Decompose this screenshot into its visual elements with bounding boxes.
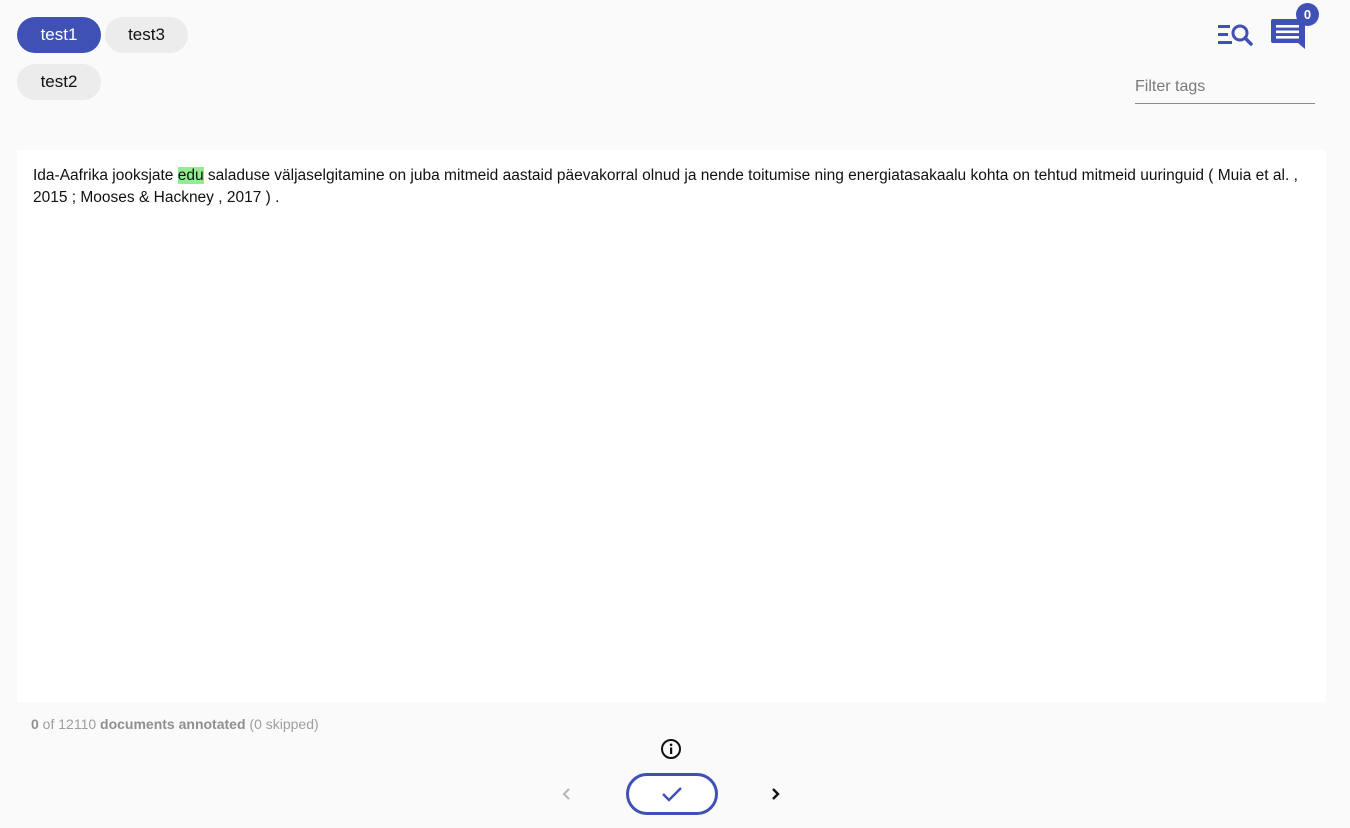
- document-text-before: Ida-Aafrika jooksjate: [33, 167, 178, 184]
- next-button[interactable]: [765, 783, 787, 805]
- chevron-left-icon: [562, 788, 570, 800]
- filter-tags-field: [1135, 74, 1315, 104]
- total-count-text: of 12110: [38, 716, 101, 732]
- annotation-page: test1 test3 test2 0 Ida-Aafrika jooksjat…: [0, 0, 1350, 828]
- tag-chip-test3[interactable]: test3: [105, 17, 188, 53]
- highlighted-span[interactable]: edu: [177, 167, 204, 184]
- progress-label: documents annotated: [100, 716, 246, 732]
- document-text[interactable]: Ida-Aafrika jooksjate edu saladuse välja…: [33, 165, 1313, 209]
- previous-button[interactable]: [556, 783, 578, 805]
- annotated-count: 0: [31, 716, 39, 732]
- info-icon: [661, 739, 681, 759]
- list-search-button[interactable]: [1216, 21, 1254, 49]
- list-search-icon: [1218, 24, 1253, 46]
- annotation-progress: 0 of 12110 documents annotated (0 skippe…: [31, 716, 319, 732]
- filter-tags-input[interactable]: [1135, 74, 1315, 100]
- tag-chip-test1[interactable]: test1: [17, 17, 101, 53]
- info-button[interactable]: [660, 738, 682, 760]
- skipped-count-text: (0 skipped): [245, 716, 319, 732]
- comment-count-badge: 0: [1296, 3, 1319, 26]
- document-text-after: saladuse väljaselgitamine on juba mitmei…: [33, 167, 1298, 206]
- document-panel: Ida-Aafrika jooksjate edu saladuse välja…: [17, 150, 1326, 702]
- check-icon: [662, 787, 682, 802]
- chevron-right-icon: [772, 788, 780, 800]
- tag-chip-test2[interactable]: test2: [17, 64, 101, 100]
- accept-button[interactable]: [626, 773, 718, 815]
